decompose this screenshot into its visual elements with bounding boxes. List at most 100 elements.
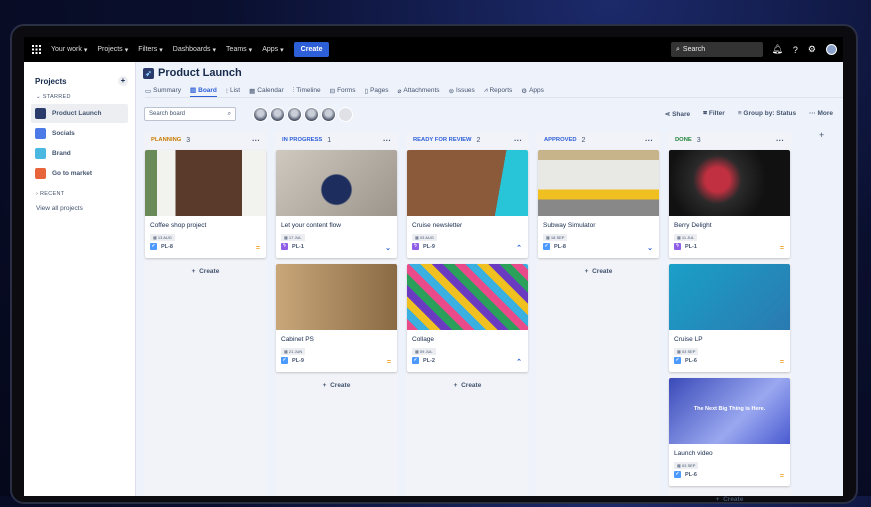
issue-card[interactable]: Cruise newsletter ▦ 03 AUG ϟ PL-9 ⌃: [407, 150, 528, 258]
avatar[interactable]: [287, 106, 302, 122]
issue-card[interactable]: Subway Simulator ▦ 18 SEP ✓ PL-8 ⌄: [538, 150, 659, 258]
column-menu-icon[interactable]: ···: [252, 136, 260, 145]
issue-card[interactable]: Berry Delight ▦ 11 JUL ϟ PL-1 =: [669, 150, 790, 258]
phone-icon: [35, 128, 46, 139]
tab-reports[interactable]: ⩘ Reports: [484, 84, 512, 97]
tab-pages[interactable]: ▯ Pages: [364, 84, 388, 97]
add-column-button[interactable]: +: [819, 130, 824, 140]
tab-board[interactable]: ▥ Board: [189, 84, 217, 97]
card-cover-image: [669, 264, 790, 330]
nav-label: Teams: [226, 46, 247, 53]
issue-card[interactable]: Cabinet PS ▦ 21 JUN ✓ PL-9 =: [276, 264, 397, 372]
tab-timeline[interactable]: ⫶ Timeline: [293, 84, 321, 97]
notifications-icon[interactable]: 🔔︎: [771, 44, 782, 55]
due-date: ▦ 11 JUL: [674, 234, 698, 241]
sidebar-item-go-to-market[interactable]: Go to market: [31, 164, 128, 183]
tab-label: Attachments: [403, 87, 440, 94]
sidebar-item-product-launch[interactable]: Product Launch: [31, 104, 128, 123]
tab-summary[interactable]: ▭ Summary: [145, 84, 181, 97]
sidebar-item-socials[interactable]: Socials: [31, 124, 128, 143]
nav-teams[interactable]: Teams ▾: [226, 46, 252, 54]
tab-icon: ⊟: [329, 87, 336, 95]
tab-apps[interactable]: ⚙ Apps: [521, 84, 544, 97]
issue-key[interactable]: PL-6: [685, 472, 697, 478]
settings-gear-icon[interactable]: ⚙: [808, 44, 816, 55]
nav-filters[interactable]: Filters ▾: [138, 46, 163, 54]
share-button[interactable]: ⋖ Share: [665, 110, 690, 118]
issue-key[interactable]: PL-9: [423, 244, 435, 250]
filter-label: Filter: [708, 110, 725, 117]
create-issue-button[interactable]: + Create: [144, 264, 267, 279]
add-project-button[interactable]: +: [118, 76, 128, 86]
due-date: ▦ 13 AUG: [150, 234, 175, 241]
nav-apps[interactable]: Apps ▾: [262, 46, 283, 54]
tab-issues[interactable]: ⊚ Issues: [449, 84, 475, 97]
issue-key[interactable]: PL-8: [554, 244, 566, 250]
recent-section-toggle[interactable]: › RECENT: [36, 191, 128, 197]
issue-card[interactable]: Coffee shop project ▦ 13 AUG ✓ PL-8 =: [145, 150, 266, 258]
create-button[interactable]: Create: [293, 42, 330, 57]
help-icon[interactable]: ?: [793, 45, 798, 55]
avatar[interactable]: [321, 106, 336, 122]
issue-card[interactable]: Cruise LP ▦ 03 SEP ✓ PL-6 =: [669, 264, 790, 372]
priority-high-icon: ⌃: [516, 359, 522, 366]
column-menu-icon[interactable]: ···: [383, 136, 391, 145]
column-menu-icon[interactable]: ···: [514, 136, 522, 145]
create-label: Create: [461, 382, 482, 389]
tab-list[interactable]: ⁝ List: [226, 84, 240, 97]
tab-calendar[interactable]: ▦ Calendar: [249, 84, 284, 97]
sidebar-item-brand[interactable]: Brand: [31, 144, 128, 163]
issue-key[interactable]: PL-9: [292, 358, 304, 364]
view-all-projects-link[interactable]: View all projects: [31, 205, 128, 212]
assignee-avatars: [253, 106, 353, 122]
nav-projects[interactable]: Projects ▾: [97, 46, 128, 54]
tab-label: Apps: [529, 87, 544, 94]
avatar[interactable]: [270, 106, 285, 122]
sidebar: Projects + ⌄ STARRED Product Launch Socia…: [24, 62, 136, 496]
column-count: 2: [476, 136, 481, 144]
more-button[interactable]: ··· More: [809, 110, 833, 118]
priority-low-icon: ⌄: [385, 245, 391, 252]
issue-card[interactable]: Collage ▦ 09 JUL ✓ PL-2 ⌃: [407, 264, 528, 372]
tab-icon: ⫶: [292, 86, 295, 94]
avatar[interactable]: [253, 106, 268, 122]
issue-card[interactable]: Let your content flow ▦ 17 JUL ϟ PL-1 ⌄: [276, 150, 397, 258]
starred-section-toggle[interactable]: ⌄ STARRED: [36, 94, 128, 100]
avatar[interactable]: [304, 106, 319, 122]
task-type-icon: ✓: [543, 243, 550, 250]
add-people-icon[interactable]: [338, 106, 353, 122]
group-by-button[interactable]: ≡ Group by: Status: [738, 110, 796, 118]
tab-icon: ⊚: [448, 87, 455, 95]
issue-card[interactable]: The Next Big Thing is Here. Launch video ▦…: [669, 378, 790, 486]
image-caption: The Next Big Thing is Here.: [693, 406, 766, 412]
tab-label: Pages: [370, 87, 389, 94]
global-search-input[interactable]: ⌕ Search: [671, 42, 763, 57]
create-issue-button[interactable]: + Create: [668, 492, 791, 507]
search-board-input[interactable]: Search board ⌕: [144, 107, 236, 121]
app-switcher-icon[interactable]: [32, 45, 41, 54]
search-placeholder: Search: [682, 46, 706, 53]
card-cover-image: [145, 150, 266, 216]
column-menu-icon[interactable]: ···: [645, 136, 653, 145]
create-issue-button[interactable]: + Create: [406, 378, 529, 393]
tab-label: Reports: [489, 87, 513, 94]
issue-key[interactable]: PL-8: [161, 244, 173, 250]
user-avatar[interactable]: [826, 44, 837, 55]
create-issue-button[interactable]: + Create: [537, 264, 660, 279]
tab-forms[interactable]: ⊟ Forms: [330, 84, 356, 97]
column-menu-icon[interactable]: ···: [776, 136, 784, 145]
tab-icon: ⩘: [483, 86, 488, 94]
issue-key[interactable]: PL-2: [423, 358, 435, 364]
priority-medium-icon: =: [386, 359, 391, 366]
due-date-text: 09 JUL: [419, 349, 433, 354]
issue-key[interactable]: PL-6: [685, 358, 697, 364]
create-issue-button[interactable]: + Create: [275, 378, 398, 393]
filter-button[interactable]: ⩸ Filter: [703, 110, 725, 118]
nav-dashboards[interactable]: Dashboards ▾: [173, 46, 216, 54]
tab-label: List: [229, 87, 241, 94]
issue-key[interactable]: PL-1: [685, 244, 697, 250]
tab-attachments[interactable]: ⌀ Attachments: [398, 84, 440, 97]
search-icon: ⌕: [676, 45, 680, 53]
issue-key[interactable]: PL-1: [292, 244, 304, 250]
nav-your-work[interactable]: Your work ▾: [51, 46, 87, 54]
